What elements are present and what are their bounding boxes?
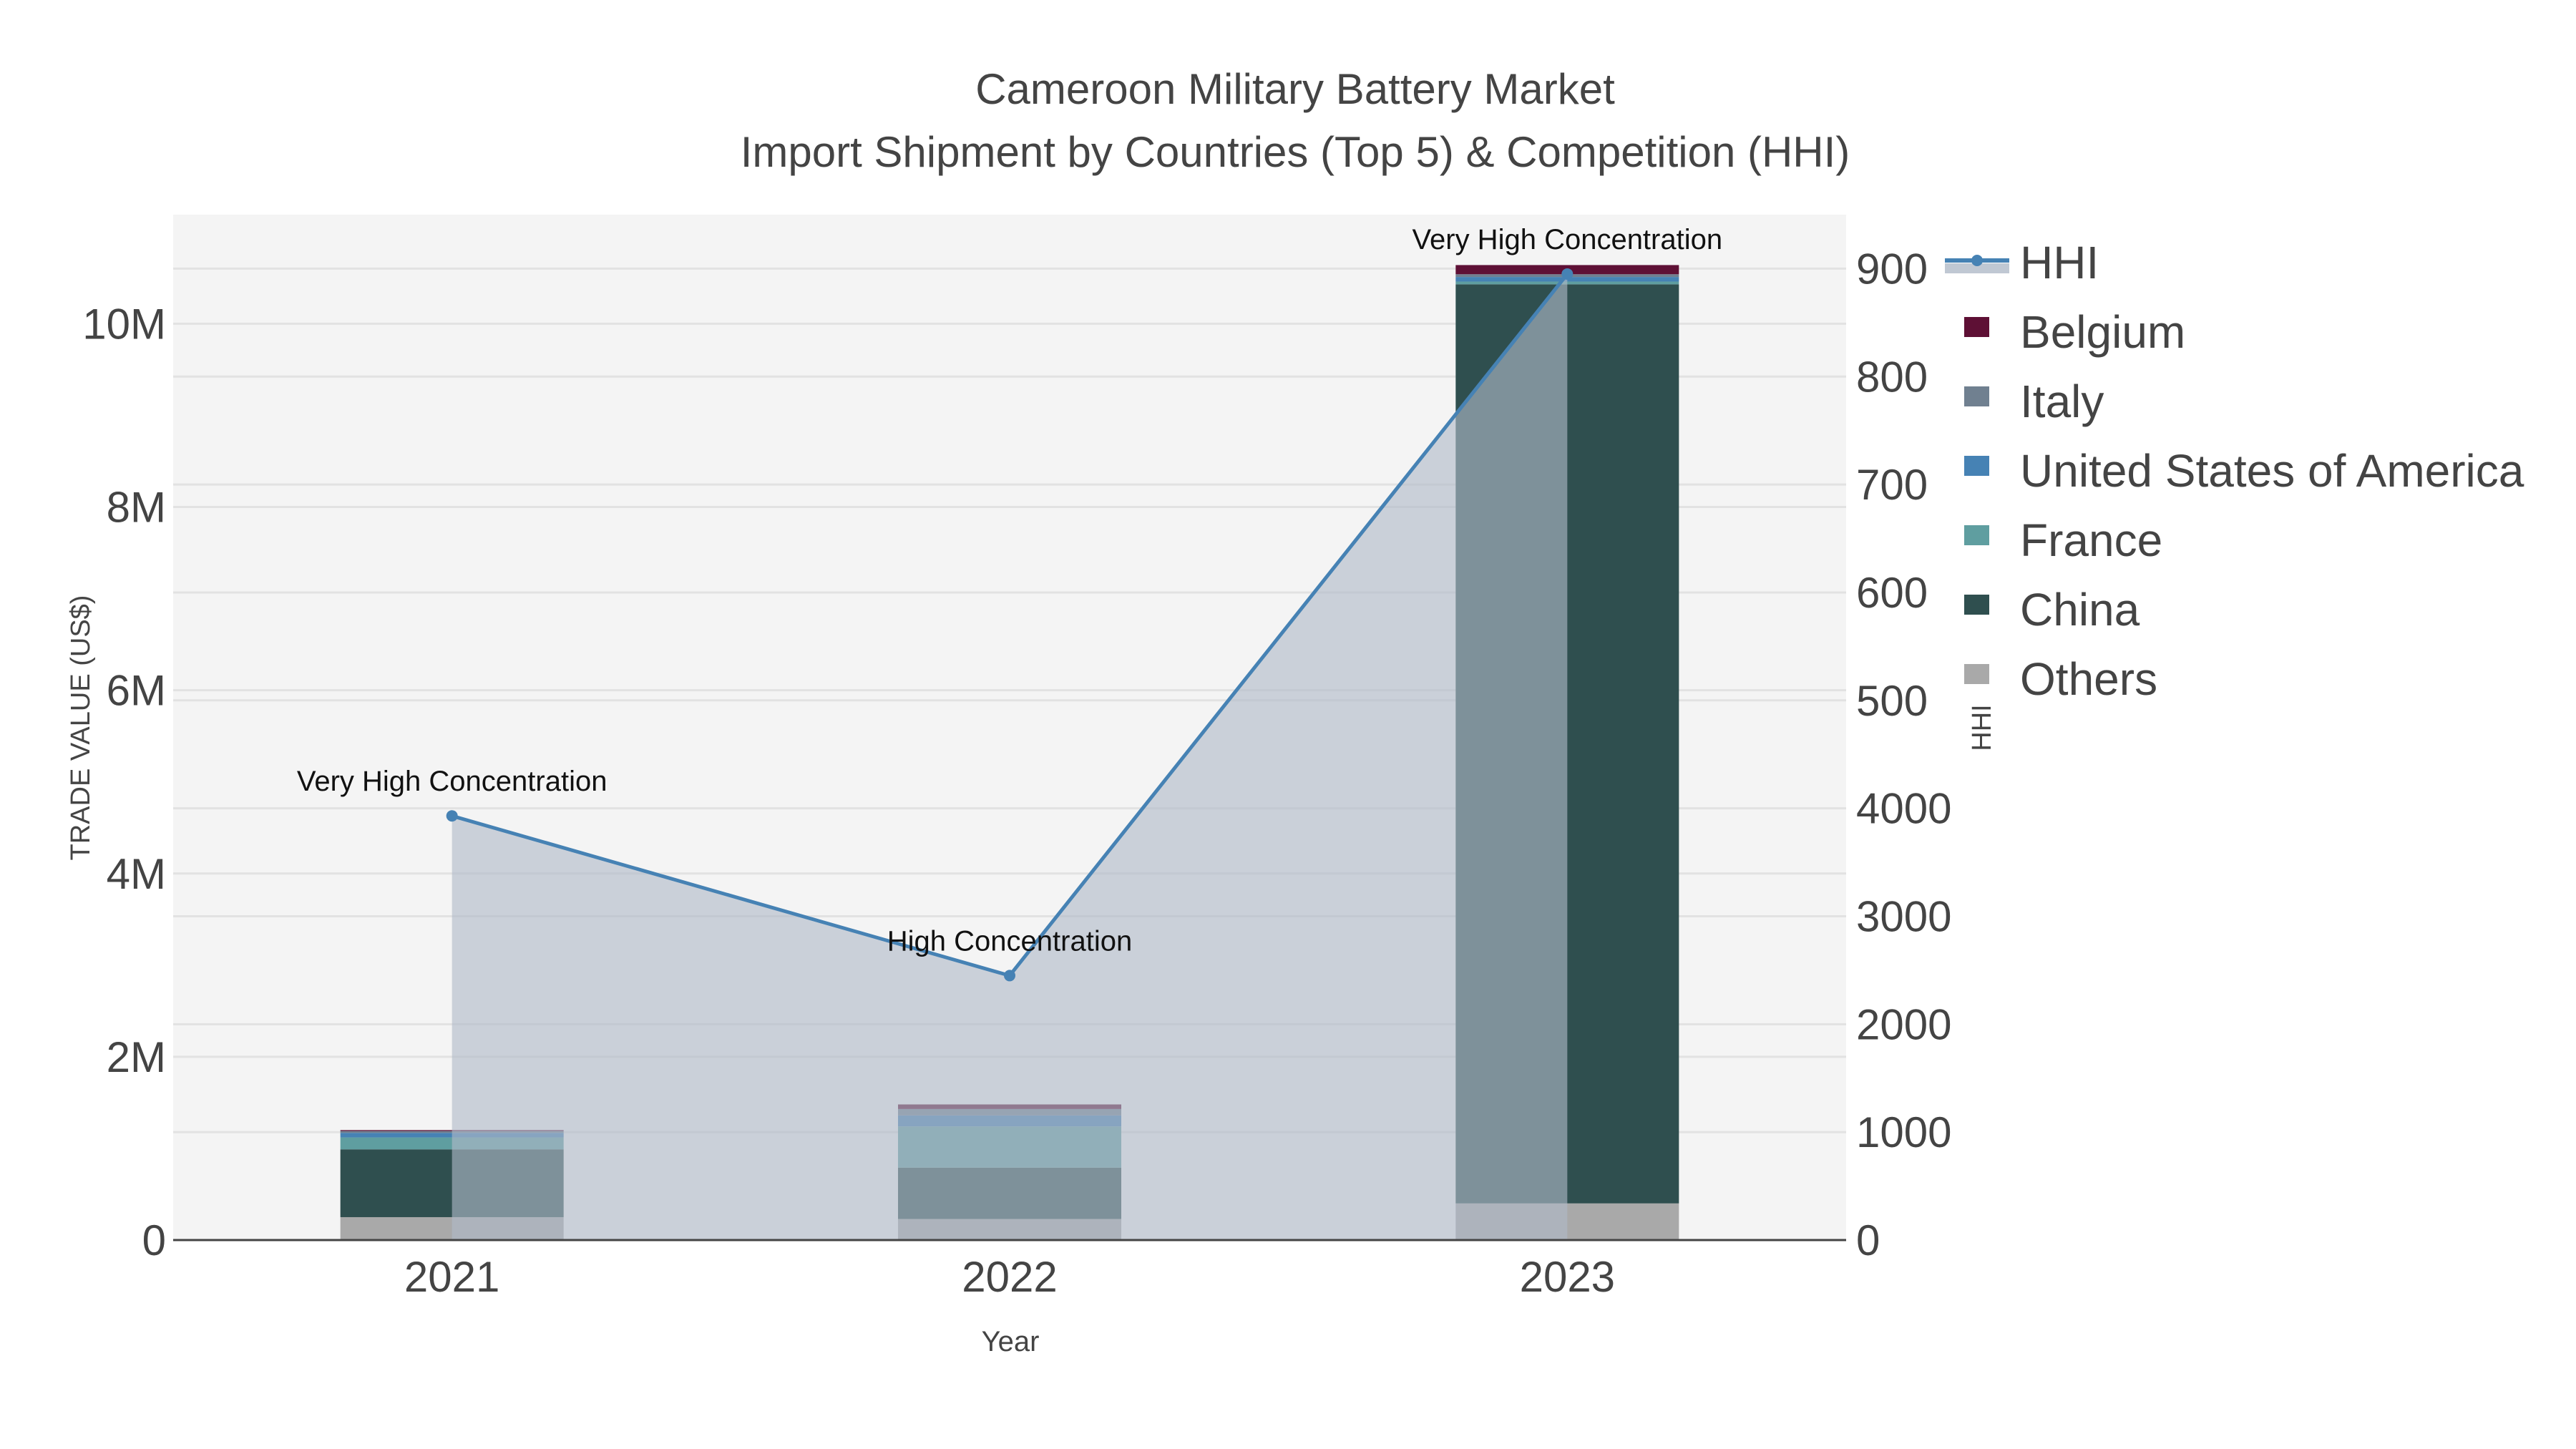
hhi-point bbox=[1004, 970, 1015, 982]
y2-tick-label: 3000 bbox=[1856, 892, 1951, 940]
y2-tick-label: 2000 bbox=[1856, 1000, 1951, 1048]
y2-tick-label: 4000 bbox=[1856, 785, 1951, 833]
legend-label: France bbox=[2020, 514, 2162, 566]
legend-label: United States of America bbox=[2020, 445, 2524, 497]
legend-swatch bbox=[1964, 595, 1989, 615]
y-axis-title: TRADE VALUE (US$) bbox=[66, 595, 96, 861]
y-tick-label: 8M bbox=[107, 484, 166, 532]
hhi-annotation: High Concentration bbox=[887, 925, 1132, 957]
legend-swatch bbox=[1964, 664, 1989, 684]
y2-tick-label: 500 bbox=[1856, 677, 1928, 725]
legend-label: China bbox=[2020, 584, 2140, 635]
x-axis-title: Year bbox=[982, 1326, 1040, 1357]
legend-swatch bbox=[1964, 456, 1989, 476]
legend-swatch bbox=[1964, 386, 1989, 406]
y2-tick-label: 1000 bbox=[1856, 1108, 1951, 1156]
hhi-annotation: Very High Concentration bbox=[1413, 224, 1723, 255]
y-tick-label: 4M bbox=[107, 850, 166, 898]
hhi-point bbox=[1561, 268, 1574, 280]
y-tick-label: 0 bbox=[142, 1216, 166, 1264]
x-tick-label: 2021 bbox=[404, 1253, 499, 1301]
legend-hhi-marker bbox=[1971, 255, 1983, 266]
x-tick-label: 2023 bbox=[1520, 1253, 1615, 1301]
legend-label: Italy bbox=[2020, 376, 2104, 427]
legend-label: Belgium bbox=[2020, 306, 2185, 358]
legend-swatch bbox=[1964, 317, 1989, 337]
y2-tick-label: 900 bbox=[1856, 245, 1928, 293]
bar-france bbox=[1455, 281, 1679, 285]
legend-label: Others bbox=[2020, 653, 2157, 705]
chart: 0 2M 4M 6M 8M 10M 0 1000 2000 3000 4000 500 600 700 80… bbox=[66, 65, 2524, 1357]
y2-tick-label: 0 bbox=[1856, 1216, 1880, 1264]
y2-tick-label: 700 bbox=[1856, 461, 1928, 509]
hhi-annotation: Very High Concentration bbox=[297, 766, 608, 797]
y2-tick-label: 800 bbox=[1856, 353, 1928, 401]
legend-swatch bbox=[1964, 525, 1989, 545]
chart-title: Cameroon Military Battery Market bbox=[975, 65, 1615, 113]
y-tick-label: 6M bbox=[107, 667, 166, 715]
x-tick-label: 2022 bbox=[962, 1253, 1057, 1301]
y2-tick-label: 600 bbox=[1856, 569, 1928, 617]
chart-subtitle: Import Shipment by Countries (Top 5) & C… bbox=[741, 128, 1850, 176]
y-tick-label: 2M bbox=[107, 1033, 166, 1081]
y2-axis-title: HHI bbox=[1967, 704, 1997, 751]
y-tick-label: 10M bbox=[82, 300, 166, 348]
legend-label: HHI bbox=[2020, 237, 2099, 288]
legend: HHI Belgium Italy United States of America F… bbox=[1945, 237, 2524, 705]
hhi-point bbox=[446, 810, 458, 822]
